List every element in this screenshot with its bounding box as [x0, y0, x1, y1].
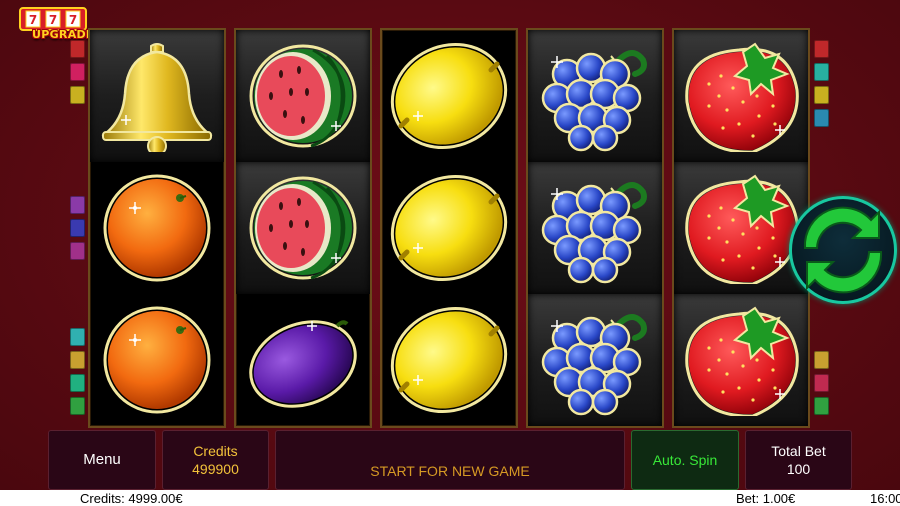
line-marker: [70, 351, 85, 369]
credits-label: Credits: [193, 443, 238, 459]
line-marker: [70, 40, 85, 58]
reel-4-cell-1: [528, 30, 662, 162]
spin-button[interactable]: [789, 196, 897, 304]
menu-label: Menu: [83, 451, 121, 468]
line-marker: [814, 351, 829, 369]
line-marker: [70, 397, 85, 415]
reel-3-cell-2: [382, 162, 516, 294]
orange-icon: [95, 172, 219, 284]
strawberry-icon: [679, 172, 803, 284]
logo-title: UPGRADE: [32, 28, 94, 41]
line-marker: [70, 219, 85, 237]
line-marker: [814, 109, 829, 127]
line-marker: [814, 63, 829, 81]
reel-2-cell-2: [236, 162, 370, 294]
credits-display[interactable]: Credits 499900: [162, 430, 269, 490]
auto-spin-button[interactable]: Auto. Spin: [631, 430, 739, 490]
status-bar: Credits: 4999.00€ Bet: 1.00€ 16:00: [0, 490, 900, 506]
game-message: START FOR NEW GAME: [370, 463, 530, 479]
svg-text:7: 7: [69, 13, 77, 27]
total-bet-label: Total Bet: [771, 443, 826, 459]
reel-1-cell-1: [90, 30, 224, 162]
menu-button[interactable]: Menu: [48, 430, 156, 490]
total-bet-value: 100: [786, 461, 811, 477]
lemon-icon: [387, 172, 511, 284]
status-credits: Credits: 4999.00€: [80, 491, 183, 506]
reel-4-cell-3: [528, 294, 662, 426]
message-panel: START FOR NEW GAME: [275, 430, 625, 490]
grapes-icon: [533, 40, 657, 152]
line-marker: [70, 63, 85, 81]
bell-icon: [95, 40, 219, 152]
status-time: 16:00: [870, 491, 900, 506]
status-bet: Bet: 1.00€: [736, 491, 796, 506]
reel-3: [380, 28, 518, 428]
reel-1: [88, 28, 226, 428]
reel-4-cell-2: [528, 162, 662, 294]
line-marker: [814, 374, 829, 392]
reel-5-cell-1: [674, 30, 808, 162]
reel-1-cell-3: [90, 294, 224, 426]
strawberry-icon: [679, 304, 803, 416]
line-marker: [70, 374, 85, 392]
line-marker: [814, 86, 829, 104]
grapes-icon: [533, 172, 657, 284]
svg-text:7: 7: [29, 13, 37, 27]
watermelon-icon: [241, 40, 365, 152]
line-marker: [814, 40, 829, 58]
refresh-arrows-icon: [803, 206, 883, 294]
auto-spin-label: Auto. Spin: [652, 452, 718, 468]
reel-3-cell-1: [382, 30, 516, 162]
lemon-icon: [387, 40, 511, 152]
reel-1-cell-2: [90, 162, 224, 294]
watermelon-icon: [241, 172, 365, 284]
plum-icon: [241, 304, 365, 416]
line-marker: [70, 328, 85, 346]
reel-5-cell-3: [674, 294, 808, 426]
svg-text:7: 7: [49, 13, 57, 27]
line-marker: [70, 242, 85, 260]
grapes-icon: [533, 304, 657, 416]
reel-4: [526, 28, 664, 428]
line-marker: [70, 86, 85, 104]
reel-2-cell-3: [236, 294, 370, 426]
strawberry-icon: [679, 40, 803, 152]
reel-2: [234, 28, 372, 428]
total-bet-button[interactable]: Total Bet 100: [745, 430, 852, 490]
reel-3-cell-3: [382, 294, 516, 426]
credits-value: 499900: [192, 461, 239, 477]
reel-5: [672, 28, 810, 428]
reel-2-cell-1: [236, 30, 370, 162]
game-logo: 7 7 7 UPGRADE: [14, 2, 94, 44]
orange-icon: [95, 304, 219, 416]
line-marker: [814, 397, 829, 415]
line-marker: [70, 196, 85, 214]
lemon-icon: [387, 304, 511, 416]
reel-5-cell-2: [674, 162, 808, 294]
